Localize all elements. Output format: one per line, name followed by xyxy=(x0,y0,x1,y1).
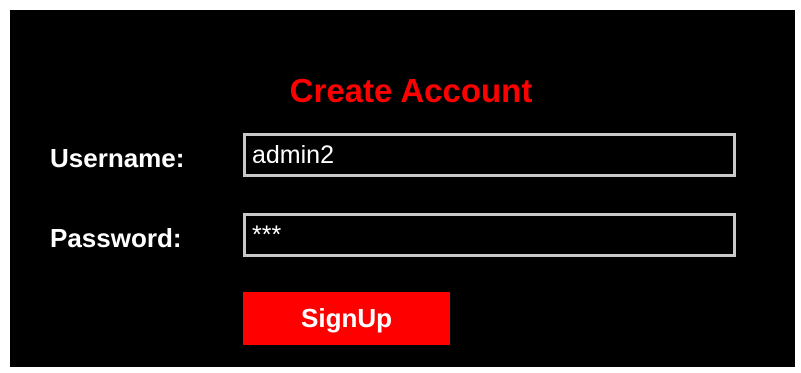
form-title: Create Account xyxy=(289,72,533,109)
signup-button[interactable]: SignUp xyxy=(243,292,450,345)
username-field[interactable] xyxy=(243,133,736,177)
password-label: Password: xyxy=(50,223,182,253)
password-field[interactable] xyxy=(243,213,736,257)
create-account-panel: Create Account Username: Password: SignU… xyxy=(10,10,795,367)
username-label: Username: xyxy=(50,143,185,173)
